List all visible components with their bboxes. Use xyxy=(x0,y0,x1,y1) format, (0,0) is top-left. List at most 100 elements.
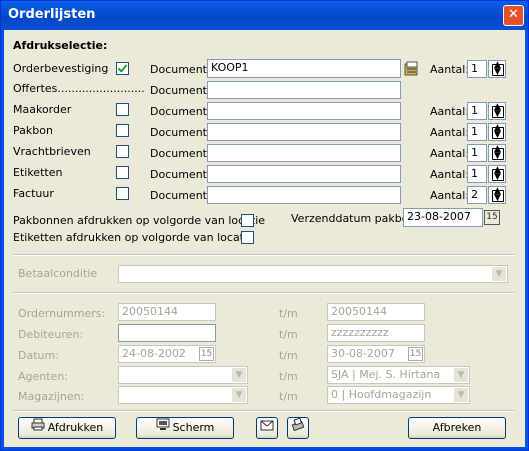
magazijnen-from-select[interactable]: ▼ xyxy=(118,386,248,404)
chevron-down-icon: ▼ xyxy=(454,368,468,382)
verzenddatum-input[interactable]: 23-08-2007 xyxy=(403,208,483,227)
betaalconditie-label: Betaalconditie xyxy=(18,267,98,280)
magazijnen-to-select[interactable]: 0 | Hoofdmagazijn ▼ xyxy=(327,386,470,404)
afdrukken-label: Afdrukken xyxy=(47,421,104,434)
agenten-label: Agenten: xyxy=(18,370,69,383)
dialog-window: Orderlijsten ✕ Afdrukselectie: Orderbeve… xyxy=(0,0,529,451)
pakbon-aantal-input[interactable]: 1 xyxy=(467,123,487,141)
close-button[interactable]: ✕ xyxy=(503,5,524,26)
etiketten-aantal-spinner[interactable]: ▲ ▼ xyxy=(488,165,506,183)
document-label: Document: xyxy=(150,168,211,181)
vrachtbrieven-aantal-spinner[interactable]: ▲ ▼ xyxy=(488,144,506,162)
chevron-down-icon: ▼ xyxy=(232,368,246,382)
tm-label: t/m xyxy=(279,328,298,341)
vrachtbrieven-label: Vrachtbrieven xyxy=(13,145,91,158)
maakorder-label: Maakorder xyxy=(13,103,72,116)
factuur-aantal-spinner[interactable]: ▲ ▼ xyxy=(488,186,506,204)
document-label: Document: xyxy=(150,105,211,118)
pakbon-volgorde-checkbox[interactable] xyxy=(241,214,254,227)
orderbevestiging-checkbox[interactable] xyxy=(116,62,129,75)
offertes-label: Offertes......................... xyxy=(13,82,145,95)
printer-icon xyxy=(31,418,45,438)
tm-label: t/m xyxy=(279,390,298,403)
agenten-to-value: SJA | Mej. S. Hirtana xyxy=(331,368,441,381)
debiteuren-to-input[interactable]: zzzzzzzzzz xyxy=(327,324,425,342)
etiketten-volgorde-checkbox[interactable] xyxy=(241,231,254,244)
separator xyxy=(13,410,514,412)
aantal-label: Aantal: xyxy=(430,126,470,139)
factuur-checkbox[interactable] xyxy=(116,187,129,200)
chevron-down-icon: ▼ xyxy=(232,388,246,402)
section-title: Afdrukselectie: xyxy=(13,39,108,52)
pakbon-document-input[interactable] xyxy=(207,123,401,141)
aantal-label: Aantal: xyxy=(430,168,470,181)
factuur-label: Factuur xyxy=(13,187,54,200)
email-button[interactable] xyxy=(256,417,278,439)
maakorder-aantal-spinner[interactable]: ▲ ▼ xyxy=(488,102,506,120)
calendar-icon[interactable]: 15 xyxy=(199,347,214,361)
fax-icon xyxy=(291,417,305,438)
orderbevestiging-aantal-spinner[interactable]: ▲ ▼ xyxy=(488,60,506,78)
offertes-document-input[interactable] xyxy=(207,81,401,99)
vrachtbrieven-checkbox[interactable] xyxy=(116,145,129,158)
chevron-down-icon: ▼ xyxy=(454,388,468,402)
aantal-label: Aantal: xyxy=(430,105,470,118)
magazijnen-label: Magazijnen: xyxy=(18,390,85,403)
document-label: Document: xyxy=(150,147,211,160)
scherm-label: Scherm xyxy=(172,421,215,434)
debiteuren-from-input[interactable] xyxy=(118,324,216,342)
document-label: Document: xyxy=(150,126,211,139)
afbreken-button[interactable]: Afbreken xyxy=(408,417,506,439)
magazijnen-to-value: 0 | Hoofdmagazijn xyxy=(331,388,432,401)
maakorder-aantal-input[interactable]: 1 xyxy=(467,102,487,120)
ordernummers-label: Ordernummers: xyxy=(18,307,106,320)
pakbon-aantal-spinner[interactable]: ▲ ▼ xyxy=(488,123,506,141)
aantal-label: Aantal: xyxy=(430,189,470,202)
orderbevestiging-label: Orderbevestiging xyxy=(13,62,109,75)
maakorder-document-input[interactable] xyxy=(207,102,401,120)
separator xyxy=(13,292,514,294)
document-label: Document: xyxy=(150,189,211,202)
orderbevestiging-aantal-input[interactable]: 1 xyxy=(467,60,487,78)
agenten-from-select[interactable]: ▼ xyxy=(118,366,248,384)
calendar-icon[interactable]: 15 xyxy=(484,210,500,225)
pakbon-volgorde-label: Pakbonnen afdrukken op volgorde van loca… xyxy=(13,214,266,227)
calendar-icon[interactable]: 15 xyxy=(408,347,423,361)
chevron-down-icon: ▼ xyxy=(492,267,506,281)
vrachtbrieven-document-input[interactable] xyxy=(207,144,401,162)
browse-document-icon[interactable] xyxy=(403,60,421,78)
dialog-body: Afdrukselectie: Orderbevestiging Documen… xyxy=(4,30,525,447)
tm-label: t/m xyxy=(279,349,298,362)
tm-label: t/m xyxy=(279,307,298,320)
monitor-icon xyxy=(156,418,170,438)
etiketten-aantal-input[interactable]: 1 xyxy=(467,165,487,183)
pakbon-checkbox[interactable] xyxy=(116,124,129,137)
etiketten-label: Etiketten xyxy=(13,166,63,179)
ordernummers-from-input[interactable]: 20050144 xyxy=(118,303,216,321)
separator xyxy=(13,254,514,256)
agenten-to-select[interactable]: SJA | Mej. S. Hirtana ▼ xyxy=(327,366,470,384)
factuur-document-input[interactable] xyxy=(207,186,401,204)
envelope-icon xyxy=(260,418,274,438)
fax-button[interactable] xyxy=(287,417,309,439)
datum-label: Datum: xyxy=(18,349,59,362)
etiketten-checkbox[interactable] xyxy=(116,166,129,179)
pakbon-label: Pakbon xyxy=(13,124,53,137)
scherm-button[interactable]: Scherm xyxy=(136,417,234,439)
verzenddatum-label: Verzenddatum pakbon: xyxy=(291,212,420,225)
maakorder-checkbox[interactable] xyxy=(116,103,129,116)
betaalconditie-select[interactable]: ▼ xyxy=(118,265,508,283)
vrachtbrieven-aantal-input[interactable]: 1 xyxy=(467,144,487,162)
title-bar[interactable]: Orderlijsten ✕ xyxy=(1,1,528,30)
debiteuren-label: Debiteuren: xyxy=(18,328,84,341)
document-label: Document: xyxy=(150,84,211,97)
etiketten-volgorde-label: Etiketten afdrukken op volgorde van loca… xyxy=(13,231,254,244)
aantal-label: Aantal: xyxy=(430,147,470,160)
orderbevestiging-document-input[interactable]: KOOP1 xyxy=(207,59,401,78)
etiketten-document-input[interactable] xyxy=(207,165,401,183)
factuur-aantal-input[interactable]: 2 xyxy=(467,186,487,204)
ordernummers-to-input[interactable]: 20050144 xyxy=(327,303,425,321)
afdrukken-button[interactable]: Afdrukken xyxy=(18,417,116,439)
tm-label: t/m xyxy=(279,370,298,383)
window-title: Orderlijsten xyxy=(8,7,96,22)
